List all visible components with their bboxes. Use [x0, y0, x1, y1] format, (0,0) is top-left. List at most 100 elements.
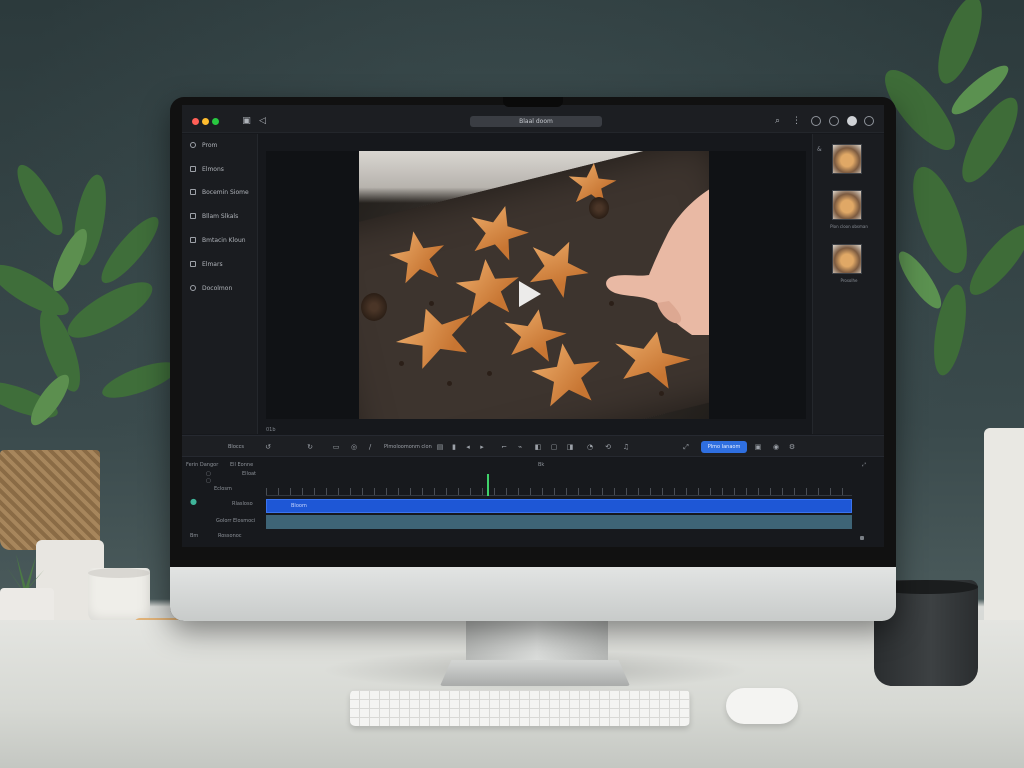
monitor-chin: [170, 567, 896, 621]
sidebar-item-bmtacin-kloun[interactable]: Bmtacin Kloun: [190, 235, 246, 245]
playhead[interactable]: [487, 474, 489, 496]
video-clip[interactable]: Bloom: [266, 499, 852, 513]
track-label: Rossonoc: [218, 533, 242, 539]
marker-icon[interactable]: ▮: [450, 443, 458, 451]
crumb: [429, 301, 434, 306]
sidebar-item-label: Elmons: [202, 165, 224, 173]
ruler-marker: Bk: [538, 462, 545, 468]
thumbnail-label: Plon cloon obsman: [830, 224, 868, 229]
track-label: Elloat: [242, 471, 257, 477]
sidebar-item-label: Prom: [202, 141, 218, 149]
crop-icon[interactable]: ▭: [332, 443, 340, 451]
settings-icon[interactable]: ⚙: [788, 443, 796, 451]
media-thumbnail[interactable]: [832, 144, 862, 174]
sidebar-item-label: Bllam Slkals: [202, 212, 239, 220]
sidebar-item-elmons[interactable]: Elmons: [190, 164, 224, 174]
more-options-icon[interactable]: ⋮: [792, 117, 801, 126]
crumb: [659, 391, 664, 396]
circle-tool-icon[interactable]: ◎: [350, 443, 358, 451]
circle-icon: [190, 142, 196, 148]
media-thumbnail[interactable]: [832, 244, 862, 274]
sidebar-item-prom[interactable]: Prom: [190, 140, 217, 150]
link-icon[interactable]: ⌐: [500, 443, 508, 451]
blade-icon[interactable]: ⌁: [516, 443, 524, 451]
loop-icon[interactable]: ⟲: [604, 443, 612, 451]
keyboard: [350, 690, 690, 726]
layers-icon: [190, 237, 196, 243]
minimize-window-button[interactable]: [202, 118, 209, 125]
panel-mark: &: [817, 146, 822, 153]
media-thumbnail[interactable]: [832, 190, 862, 220]
timeline-tab[interactable]: Ell Eonne: [230, 462, 253, 468]
maximize-window-button[interactable]: [212, 118, 219, 125]
monitor-stand-base: [440, 660, 630, 686]
timeline: Ferin Dangor Ell Eonne Elloat ▢ Eclosm ▢…: [182, 458, 884, 547]
export-button[interactable]: Plmo Ianaom: [701, 441, 747, 453]
wicker-pot: [0, 450, 100, 550]
sidebar-toggle-icon[interactable]: ▣: [242, 117, 251, 126]
crumb: [399, 361, 404, 366]
lock-icon[interactable]: ▣: [754, 443, 762, 451]
audio-icon[interactable]: ♫: [622, 443, 630, 451]
white-cup: [88, 568, 150, 624]
track-icon: ▢: [206, 471, 211, 477]
skip-back-icon[interactable]: ◂: [464, 443, 472, 451]
succulent-decoration: [6, 554, 44, 592]
audio-clip[interactable]: [266, 515, 852, 529]
play-icon[interactable]: [519, 281, 541, 307]
speed-icon[interactable]: ◔: [586, 443, 594, 451]
sidebar-item-label: Bocemin Siome: [202, 188, 249, 196]
sidebar-item-bllam-slkals[interactable]: Bllam Slkals: [190, 211, 238, 221]
monitor: ▣ ◁ Blaal doom ⌕ ⋮ Prom Elmons Bocemin S…: [170, 97, 896, 621]
eye-icon[interactable]: ◉: [772, 443, 780, 451]
search-icon[interactable]: ⌕: [773, 117, 782, 126]
undo-icon[interactable]: ↺: [264, 443, 272, 451]
split-icon[interactable]: ▤: [436, 443, 444, 451]
close-window-button[interactable]: [192, 118, 199, 125]
expand-icon[interactable]: ⤢: [682, 443, 690, 451]
hand-image: [606, 189, 709, 335]
thumbnail-label: Prosolhe: [840, 278, 858, 283]
zoom-icon[interactable]: ⤢: [862, 462, 866, 468]
transition-icon[interactable]: ◨: [566, 443, 574, 451]
settings-button[interactable]: [864, 116, 874, 126]
frame-icon[interactable]: ▢: [550, 443, 558, 451]
avatar[interactable]: [847, 116, 857, 126]
plant-left-decoration: [0, 164, 178, 426]
redo-icon[interactable]: ↻: [306, 443, 314, 451]
track-label: Rlasloso: [232, 501, 253, 507]
mouse: [726, 688, 798, 724]
back-arrow-icon[interactable]: ◁: [258, 117, 267, 126]
timeline-tab[interactable]: Ferin Dangor: [186, 462, 218, 468]
document-icon: [190, 189, 196, 195]
crumb: [447, 381, 452, 386]
video-viewer[interactable]: [266, 151, 806, 419]
grid-icon: [190, 213, 196, 219]
sidebar-item-elmars[interactable]: Elmars: [190, 259, 223, 269]
sidebar-item-bocemin-siome[interactable]: Bocemin Siome: [190, 187, 249, 197]
media-thumbnails-panel: & Plon cloon obsman Prosolhe: [812, 134, 884, 434]
clip-label: Bloom: [291, 503, 307, 509]
sidebar-item-docolmon[interactable]: Docolmon: [190, 283, 232, 293]
circle-icon: [190, 285, 196, 291]
track-label: Golorr Elosmoci: [216, 518, 256, 524]
track-avatar-icon: ●: [190, 497, 197, 506]
video-editor-app: ▣ ◁ Blaal doom ⌕ ⋮ Prom Elmons Bocemin S…: [182, 105, 884, 547]
timeline-scrollbar[interactable]: [860, 536, 864, 540]
monitor-stand: [466, 618, 608, 666]
camera-notch: [503, 97, 563, 107]
crumb: [487, 371, 492, 376]
time-ruler[interactable]: [266, 488, 852, 496]
trim-icon[interactable]: ◧: [534, 443, 542, 451]
slash-icon[interactable]: /: [366, 443, 374, 451]
sidebar-item-label: Elmars: [202, 260, 223, 268]
sidebar: Prom Elmons Bocemin Siome Bllam Slkals B…: [182, 134, 258, 434]
share-button[interactable]: [829, 116, 839, 126]
toolbar-left-label: Bloccs: [228, 444, 244, 450]
video-frame[interactable]: [359, 151, 709, 419]
track-icon: ▢: [206, 478, 211, 484]
history-button[interactable]: [811, 116, 821, 126]
playback-toolbar: Bloccs ↺ ↻ ▭ ◎ / Plmoloomonm clon ▤ ▮ ◂ …: [182, 435, 884, 457]
document-icon: [190, 166, 196, 172]
pause-icon[interactable]: ▸: [478, 443, 486, 451]
